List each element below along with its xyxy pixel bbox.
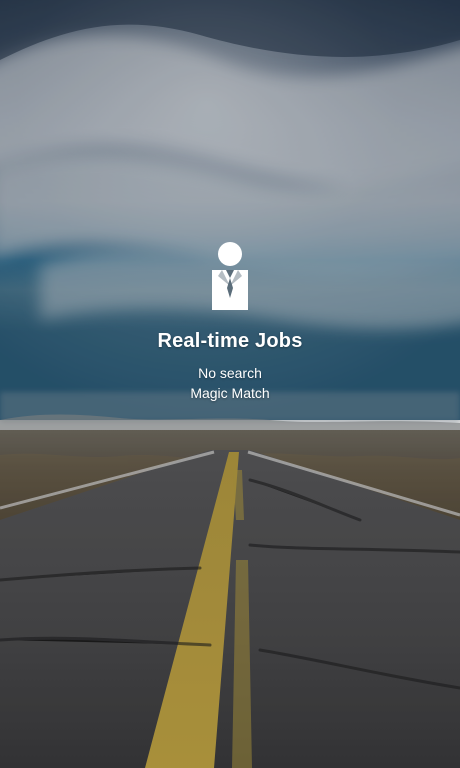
business-person-icon bbox=[212, 242, 248, 310]
tagline-line-2: Magic Match bbox=[190, 385, 270, 401]
splash-content: Real-time Jobs No search Magic Match bbox=[0, 240, 460, 403]
app-title: Real-time Jobs bbox=[157, 330, 303, 352]
tagline: No search Magic Match bbox=[190, 363, 269, 403]
tagline-line-1: No search bbox=[198, 365, 262, 381]
